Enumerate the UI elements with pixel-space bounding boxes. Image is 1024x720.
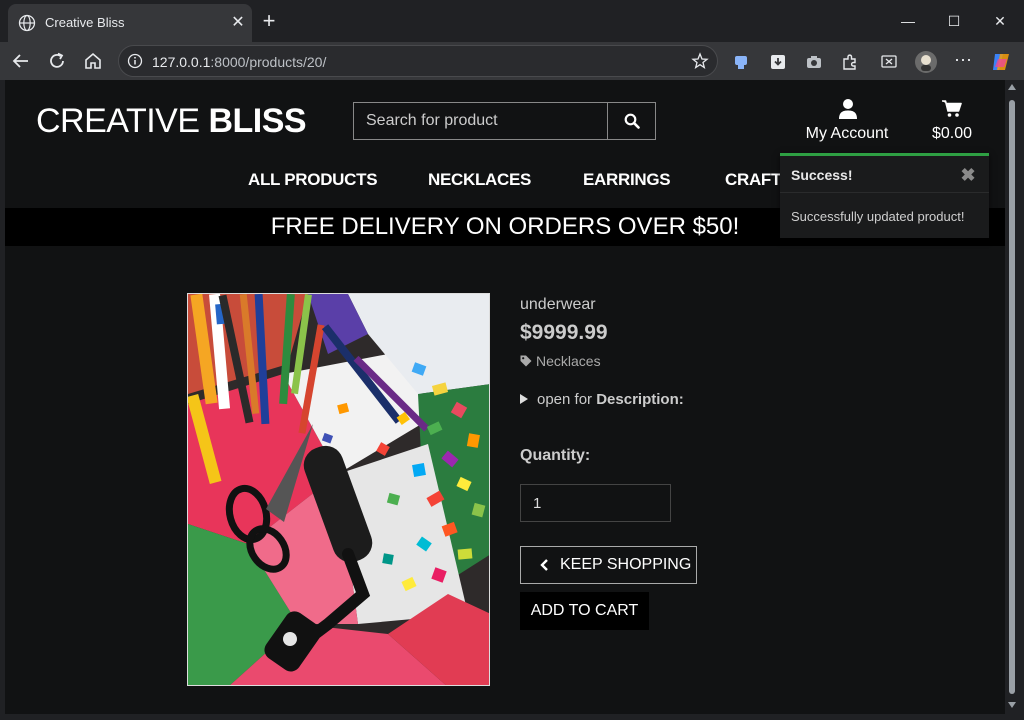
disclosure-triangle-icon <box>520 394 528 404</box>
product-name: underwear <box>520 296 596 313</box>
quantity-label: Quantity: <box>520 447 591 464</box>
extension-pin-icon[interactable] <box>732 53 750 71</box>
search-icon <box>624 113 640 129</box>
scroll-thumb[interactable] <box>1009 100 1015 694</box>
minimize-icon[interactable]: — <box>897 10 919 32</box>
star-icon[interactable] <box>691 52 709 70</box>
puzzle-icon[interactable] <box>841 53 859 71</box>
description-toggle[interactable]: open for Description: <box>520 391 684 408</box>
globe-icon <box>18 14 36 32</box>
nav-earrings[interactable]: EARRINGS <box>583 170 671 190</box>
tag-icon <box>520 355 532 367</box>
cart-link[interactable]: $0.00 <box>920 96 984 148</box>
site-logo[interactable]: CREATIVE BLISS <box>36 102 307 141</box>
browser-toolbar: 127.0.0.1:8000/products/20/ ⋯ <box>0 42 1024 80</box>
toast-close-icon[interactable]: ✖ <box>958 165 978 185</box>
info-icon[interactable] <box>127 53 143 69</box>
nav-necklaces[interactable]: NECKLACES <box>428 170 531 190</box>
toast-title: Success! <box>791 167 853 183</box>
keep-shopping-button[interactable]: KEEP SHOPPING <box>520 546 697 584</box>
page-viewport: CREATIVE BLISS My Account $0.00 ALL PROD… <box>5 80 1005 714</box>
copilot-icon[interactable] <box>990 51 1012 73</box>
download-icon[interactable] <box>769 53 787 71</box>
my-account-link[interactable]: My Account <box>795 96 899 148</box>
camera-icon[interactable] <box>805 53 823 71</box>
search-button[interactable] <box>607 103 655 139</box>
cart-total: $0.00 <box>931 125 973 142</box>
tab-title: Creative Bliss <box>45 15 125 30</box>
url-text: 127.0.0.1:8000/products/20/ <box>152 54 327 70</box>
address-bar[interactable]: 127.0.0.1:8000/products/20/ <box>118 45 718 77</box>
window-close-icon[interactable]: ✕ <box>989 10 1011 32</box>
product-category-link[interactable]: Necklaces <box>520 353 601 369</box>
scroll-up-arrow-icon[interactable] <box>1008 84 1016 90</box>
scroll-down-arrow-icon[interactable] <box>1008 702 1016 708</box>
success-toast: Success! ✖ Successfully updated product! <box>780 153 989 238</box>
reload-icon[interactable] <box>46 50 68 72</box>
tab-close-icon[interactable]: ✕ <box>228 13 248 33</box>
toast-message: Successfully updated product! <box>791 209 965 224</box>
home-icon[interactable] <box>82 50 104 72</box>
browser-titlebar: Creative Bliss ✕ + — ☐ ✕ <box>0 0 1024 42</box>
search-form <box>353 102 656 140</box>
screenshot-icon[interactable] <box>880 53 898 71</box>
product-category: Necklaces <box>536 353 601 369</box>
back-arrow-icon[interactable] <box>10 50 32 72</box>
chevron-left-icon <box>540 559 548 571</box>
page-scrollbar[interactable] <box>1005 80 1019 714</box>
add-to-cart-button[interactable]: ADD TO CART <box>520 592 649 630</box>
nav-all-products[interactable]: ALL PRODUCTS <box>248 170 378 190</box>
new-tab-icon[interactable]: + <box>258 10 280 33</box>
quantity-input[interactable] <box>520 484 671 522</box>
more-menu-icon[interactable]: ⋯ <box>954 51 972 69</box>
search-input[interactable] <box>354 103 607 139</box>
user-icon <box>839 99 857 119</box>
craft-supplies-illustration <box>188 294 489 685</box>
toast-header: Success! ✖ <box>780 156 989 193</box>
product-image <box>187 293 490 686</box>
profile-avatar-icon[interactable] <box>914 50 938 74</box>
browser-tab[interactable]: Creative Bliss ✕ <box>8 4 252 42</box>
maximize-icon[interactable]: ☐ <box>943 10 965 32</box>
product-price: $9999.99 <box>520 321 608 344</box>
cart-icon <box>942 100 962 117</box>
my-account-label: My Account <box>805 125 889 142</box>
